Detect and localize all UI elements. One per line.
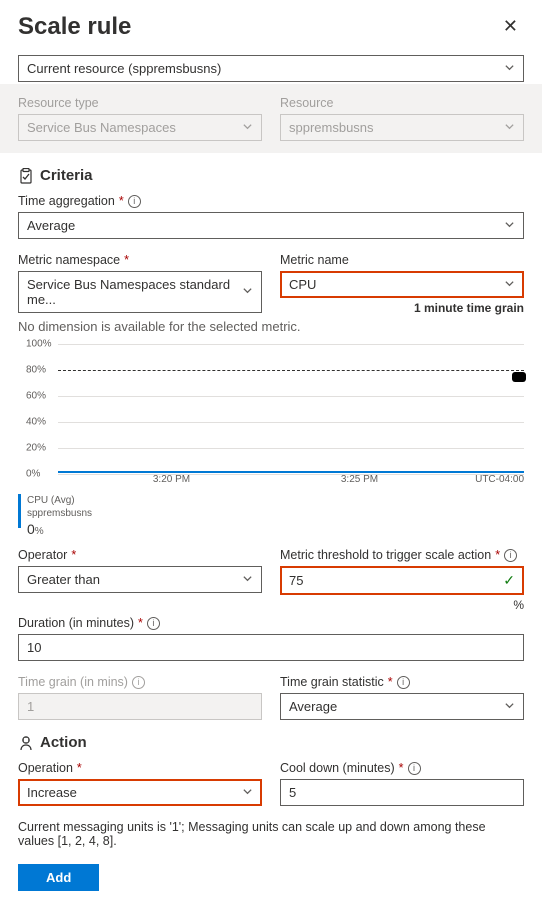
chevron-down-icon — [242, 121, 253, 135]
operation-value: Increase — [27, 785, 77, 800]
operator-value: Greater than — [27, 572, 100, 587]
legend-resource: sppremsbusns — [27, 507, 92, 520]
legend-value: 0 — [27, 521, 35, 537]
chevron-down-icon — [504, 278, 515, 292]
ytick: 80% — [26, 365, 46, 376]
resource-type-value: Service Bus Namespaces — [27, 120, 176, 135]
chart-legend: CPU (Avg) sppremsbusns 0% — [18, 494, 524, 538]
grain-stat-select[interactable]: Average — [280, 693, 524, 720]
duration-label: Duration (in minutes)* i — [18, 616, 524, 630]
ytick: 60% — [26, 391, 46, 402]
chevron-down-icon — [504, 121, 515, 135]
cooldown-input[interactable]: 5 — [280, 779, 524, 806]
resource-select: sppremsbusns — [280, 114, 524, 141]
duration-value: 10 — [27, 640, 41, 655]
metric-namespace-select[interactable]: Service Bus Namespaces standard me... — [18, 271, 262, 313]
chevron-down-icon — [504, 219, 515, 233]
info-icon[interactable]: i — [504, 549, 517, 562]
resource-value: sppremsbusns — [289, 120, 374, 135]
units-footnote: Current messaging units is '1'; Messagin… — [18, 820, 524, 848]
info-icon: i — [132, 676, 145, 689]
metric-chart: 100% 80% 60% 40% 20% 0% 3:20 PM 3:25 PM … — [18, 344, 524, 538]
action-heading: Action — [40, 734, 87, 751]
criteria-heading: Criteria — [40, 167, 93, 184]
resource-label: Resource — [280, 96, 524, 110]
resource-type-label: Resource type — [18, 96, 262, 110]
chart-tz: UTC-04:00 — [475, 474, 524, 485]
grain-stat-label: Time grain statistic* i — [280, 675, 524, 689]
chevron-down-icon — [504, 62, 515, 76]
chevron-down-icon — [242, 285, 253, 299]
close-button[interactable]: ✕ — [497, 12, 524, 41]
time-grain-note: 1 minute time grain — [280, 301, 524, 315]
time-agg-select[interactable]: Average — [18, 212, 524, 239]
threshold-label: Metric threshold to trigger scale action… — [280, 548, 524, 562]
time-grain-value: 1 — [27, 699, 34, 714]
time-agg-value: Average — [27, 218, 75, 233]
ytick: 0% — [26, 469, 40, 480]
ytick: 20% — [26, 443, 46, 454]
metric-name-select[interactable]: CPU — [280, 271, 524, 298]
xtick: 3:25 PM — [341, 474, 378, 485]
criteria-icon — [18, 168, 34, 184]
info-icon[interactable]: i — [397, 676, 410, 689]
info-icon[interactable]: i — [128, 195, 141, 208]
metric-name-value: CPU — [289, 277, 316, 292]
time-grain-label: Time grain (in mins) i — [18, 675, 262, 689]
ytick: 100% — [26, 339, 52, 350]
time-grain-input: 1 — [18, 693, 262, 720]
chart-series-line — [58, 471, 524, 473]
action-icon — [18, 735, 34, 751]
info-icon[interactable]: i — [408, 762, 421, 775]
resource-type-select: Service Bus Namespaces — [18, 114, 262, 141]
chevron-down-icon — [242, 573, 253, 587]
metric-namespace-label: Metric namespace* — [18, 253, 262, 267]
threshold-unit: % — [280, 598, 524, 612]
cooldown-value: 5 — [289, 785, 296, 800]
operation-label: Operation* — [18, 761, 262, 775]
legend-unit: % — [35, 526, 44, 537]
duration-input[interactable]: 10 — [18, 634, 524, 661]
chevron-down-icon — [504, 700, 515, 714]
xtick: 3:20 PM — [153, 474, 190, 485]
info-icon[interactable]: i — [147, 617, 160, 630]
chart-marker — [512, 372, 526, 382]
scope-select[interactable]: Current resource (sppremsbusns) — [18, 55, 524, 82]
cooldown-label: Cool down (minutes)* i — [280, 761, 524, 775]
add-button[interactable]: Add — [18, 864, 99, 891]
no-dimension-text: No dimension is available for the select… — [18, 319, 524, 334]
time-agg-label: Time aggregation* i — [18, 194, 524, 208]
grain-stat-value: Average — [289, 699, 337, 714]
ytick: 40% — [26, 417, 46, 428]
chevron-down-icon — [242, 786, 253, 800]
scope-select-value: Current resource (sppremsbusns) — [27, 61, 221, 76]
threshold-value: 75 — [289, 573, 303, 588]
operator-select[interactable]: Greater than — [18, 566, 262, 593]
close-icon: ✕ — [503, 16, 518, 36]
metric-namespace-value: Service Bus Namespaces standard me... — [27, 277, 242, 307]
threshold-input[interactable]: 75 ✓ — [280, 566, 524, 595]
legend-series-name: CPU (Avg) — [27, 494, 92, 507]
metric-name-label: Metric name — [280, 253, 524, 267]
operator-label: Operator* — [18, 548, 262, 562]
checkmark-icon: ✓ — [503, 572, 515, 589]
panel-title: Scale rule — [18, 13, 131, 41]
operation-select[interactable]: Increase — [18, 779, 262, 806]
